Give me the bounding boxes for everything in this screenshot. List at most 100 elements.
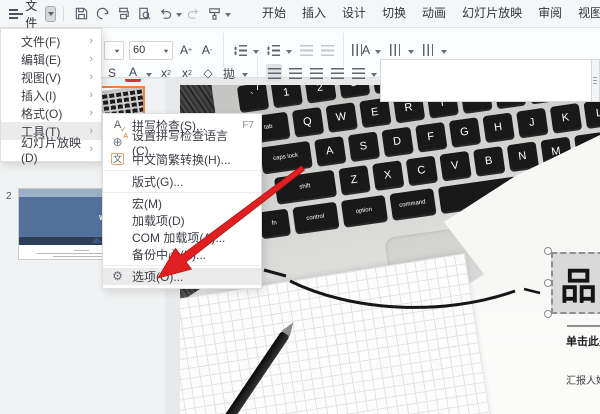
keyboard-key: fn bbox=[258, 208, 291, 239]
submenu-item[interactable]: 设置拼写检查语言(C)... bbox=[103, 129, 261, 158]
menu-item[interactable]: 格式(O) bbox=[1, 104, 101, 122]
gallery-scrollbar[interactable] bbox=[592, 59, 600, 102]
hamburger-menu-icon[interactable] bbox=[9, 8, 24, 19]
keyboard-key: J bbox=[515, 107, 549, 139]
file-menu-caret-button[interactable] bbox=[45, 5, 57, 22]
subscript-button[interactable]: x2 bbox=[179, 64, 195, 82]
ribbon-tab[interactable]: 审阅 bbox=[533, 0, 567, 27]
align-center-button[interactable] bbox=[287, 64, 303, 82]
superscript-button[interactable]: x2 bbox=[158, 64, 174, 82]
phonetic-guide-caret-icon[interactable] bbox=[242, 72, 248, 80]
submenu-item[interactable]: 宏(M) bbox=[103, 195, 261, 212]
ribbon-tab[interactable]: 插入 bbox=[297, 0, 331, 27]
slide-title-textbox[interactable]: 品牌 bbox=[551, 252, 600, 314]
clear-format-button[interactable]: ◇ bbox=[200, 64, 216, 82]
align-left-icon bbox=[267, 67, 281, 79]
align-right-button[interactable] bbox=[308, 64, 324, 82]
ribbon-tabs: 开始插入设计切换动画幻灯片放映审阅视图安全开发工具特色功能 bbox=[254, 0, 600, 27]
keyboard-key: G bbox=[448, 116, 481, 148]
align-left-button[interactable] bbox=[266, 64, 282, 82]
distribute-caret-icon[interactable] bbox=[371, 72, 377, 80]
menu-item[interactable]: 文件(F) bbox=[1, 32, 101, 50]
menu-item-label: 格式(O) bbox=[21, 106, 63, 121]
menu-item[interactable]: 插入(I) bbox=[1, 86, 101, 104]
keyboard-key: option bbox=[340, 194, 388, 228]
menu-item-label: 插入(I) bbox=[21, 88, 57, 103]
paint-brush-icon bbox=[209, 8, 220, 20]
font-color-button[interactable]: A bbox=[125, 64, 141, 82]
spellcheck-icon bbox=[110, 120, 127, 134]
submenu-item-label: 中文简繁转换(H)... bbox=[132, 152, 231, 167]
submenu-item-label: 版式(G)... bbox=[132, 174, 184, 189]
font-color-caret-icon[interactable] bbox=[146, 72, 152, 80]
menu-item[interactable]: 视图(V) bbox=[1, 68, 101, 86]
columns-caret-icon[interactable] bbox=[408, 49, 415, 57]
print-button[interactable] bbox=[116, 5, 131, 22]
increase-indent-icon bbox=[320, 44, 334, 56]
numbered-list-icon bbox=[266, 44, 280, 56]
divider-line bbox=[567, 325, 600, 327]
strikethrough-button[interactable]: S bbox=[104, 64, 120, 82]
share-icon bbox=[96, 7, 109, 20]
ribbon-tab[interactable]: 动画 bbox=[417, 0, 451, 27]
ribbon-tab[interactable]: 设计 bbox=[337, 0, 371, 27]
menu-item[interactable]: 幻灯片放映(D) bbox=[1, 136, 101, 165]
submenu-item[interactable]: 加载项(D) bbox=[103, 212, 261, 229]
submenu-item[interactable]: 备份中心(K)... bbox=[103, 246, 261, 266]
keyboard-key: S bbox=[347, 130, 380, 162]
keyboard-key: caps lock bbox=[259, 140, 313, 175]
keyboard-key: C bbox=[405, 155, 438, 186]
undo-button[interactable] bbox=[158, 5, 173, 22]
align-objects-button[interactable] bbox=[420, 41, 436, 59]
file-menu-button[interactable]: 文件 bbox=[25, 0, 41, 31]
submenu-item-label: 选项(O)... bbox=[132, 270, 184, 284]
ribbon-tab[interactable]: 幻灯片放映 bbox=[457, 0, 527, 27]
align-center-icon bbox=[288, 67, 302, 79]
menu-item[interactable]: 编辑(E) bbox=[1, 50, 101, 68]
align-objects-caret-icon[interactable] bbox=[441, 49, 448, 57]
align-objects-icon bbox=[423, 44, 434, 56]
keyboard-key: W bbox=[324, 101, 358, 133]
justify-icon bbox=[330, 67, 344, 79]
format-painter-caret-icon[interactable] bbox=[224, 13, 231, 20]
wordart-gallery bbox=[380, 59, 592, 102]
selection-handle[interactable] bbox=[544, 247, 552, 255]
slide-number: 2 bbox=[6, 191, 12, 202]
distribute-button[interactable] bbox=[350, 64, 366, 82]
menu-item-label: 编辑(E) bbox=[21, 52, 61, 67]
gear-icon bbox=[110, 270, 125, 283]
format-painter-button[interactable] bbox=[207, 5, 222, 22]
undo-caret-icon[interactable] bbox=[175, 13, 182, 20]
submenu-item[interactable]: COM 加载项(A)... bbox=[103, 229, 261, 246]
output-button[interactable] bbox=[95, 5, 110, 22]
keyboard-key: L bbox=[582, 97, 600, 129]
slide-subtitle-text[interactable]: 单击此处 bbox=[566, 333, 600, 349]
redo-button[interactable] bbox=[186, 5, 201, 22]
save-icon bbox=[75, 7, 88, 20]
submenu-item[interactable]: 选项(O)... bbox=[103, 268, 261, 285]
printer-icon bbox=[118, 7, 129, 20]
bullet-list-icon bbox=[233, 44, 247, 56]
language-icon bbox=[110, 133, 128, 149]
ribbon-tab[interactable]: 开始 bbox=[257, 0, 291, 27]
save-button[interactable] bbox=[74, 5, 89, 22]
submenu-item[interactable]: 版式(G)... bbox=[103, 173, 261, 193]
ribbon-tab[interactable]: 视图 bbox=[573, 0, 600, 27]
submenu-item-label: COM 加载项(A)... bbox=[132, 231, 226, 245]
selection-handle[interactable] bbox=[544, 279, 552, 287]
convert-icon bbox=[110, 154, 125, 165]
keyboard-key: Q bbox=[291, 106, 324, 138]
slide-presenter-text[interactable]: 汇报人姓名 bbox=[566, 372, 600, 387]
keyboard-key: F bbox=[414, 121, 447, 153]
ribbon-tab[interactable]: 切换 bbox=[377, 0, 411, 27]
columns-button[interactable] bbox=[387, 41, 403, 59]
keyboard-key: X bbox=[371, 159, 404, 191]
phonetic-guide-button[interactable]: 拋 bbox=[221, 64, 237, 82]
distribute-icon bbox=[351, 67, 365, 79]
keyboard-key: control bbox=[291, 201, 340, 235]
redo-icon bbox=[187, 8, 199, 19]
selection-handle[interactable] bbox=[544, 310, 552, 318]
submenu-item-label: 备份中心(K)... bbox=[132, 247, 206, 262]
print-preview-button[interactable] bbox=[137, 5, 152, 22]
justify-button[interactable] bbox=[329, 64, 345, 82]
